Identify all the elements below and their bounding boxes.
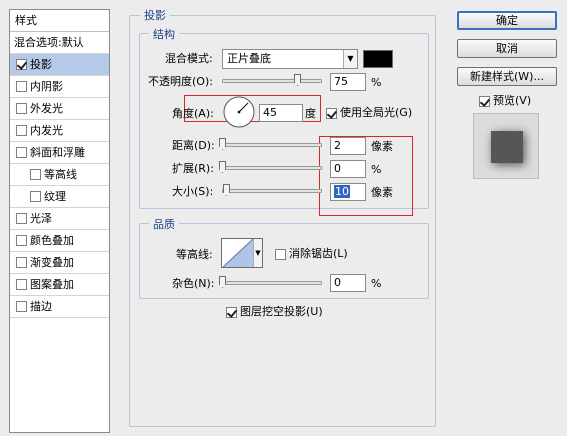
quality-title: 品质 xyxy=(149,216,179,232)
styles-list: 样式 混合选项:默认投影内阴影外发光内发光斜面和浮雕等高线纹理光泽颜色叠加渐变叠… xyxy=(9,9,110,433)
preview-label: 预览(V) xyxy=(493,94,532,107)
checkbox-icon[interactable] xyxy=(16,81,27,92)
spread-slider-track[interactable] xyxy=(222,166,322,170)
opacity-input[interactable]: 75 xyxy=(330,73,366,91)
global-light-checkbox[interactable]: 使用全局光(G) xyxy=(326,106,412,120)
style-item-label: 投影 xyxy=(30,57,52,71)
angle-dial[interactable] xyxy=(222,95,256,129)
checkbox-icon[interactable] xyxy=(16,103,27,114)
angle-label: 角度(A): xyxy=(172,107,214,120)
shadow-color-swatch[interactable] xyxy=(363,50,393,68)
checkbox-icon[interactable] xyxy=(16,213,27,224)
size-label: 大小(S): xyxy=(172,185,214,198)
style-item[interactable]: 混合选项:默认 xyxy=(10,32,109,54)
preview-thumbnail xyxy=(473,113,539,179)
style-item-label: 内阴影 xyxy=(30,79,63,93)
checkbox-icon xyxy=(479,95,490,107)
contour-preview-icon xyxy=(223,239,253,267)
styles-header: 样式 xyxy=(10,10,109,32)
global-light-label: 使用全局光(G) xyxy=(340,106,413,119)
contour-picker[interactable]: ▼ xyxy=(221,238,263,268)
distance-label: 距离(D): xyxy=(172,139,215,152)
style-item[interactable]: 投影 xyxy=(10,54,109,76)
spread-label: 扩展(R): xyxy=(172,162,214,175)
knockout-label: 图层挖空投影(U) xyxy=(240,305,323,318)
style-item[interactable]: 图案叠加 xyxy=(10,274,109,296)
checkbox-icon[interactable] xyxy=(30,169,41,180)
distance-slider-track[interactable] xyxy=(222,143,322,147)
opacity-slider-track[interactable] xyxy=(222,79,322,83)
noise-slider-track[interactable] xyxy=(222,281,322,285)
style-item-label: 斜面和浮雕 xyxy=(30,145,85,159)
checkbox-icon[interactable] xyxy=(16,301,27,312)
style-item-label: 颜色叠加 xyxy=(30,233,74,247)
style-item-label: 混合选项:默认 xyxy=(14,35,84,49)
noise-unit: % xyxy=(371,277,382,290)
checkbox-icon[interactable] xyxy=(16,279,27,290)
style-item[interactable]: 等高线 xyxy=(10,164,109,186)
style-item[interactable]: 纹理 xyxy=(10,186,109,208)
noise-input[interactable]: 0 xyxy=(330,274,366,292)
contour-label: 等高线: xyxy=(176,248,213,261)
structure-title: 结构 xyxy=(149,26,179,42)
checkbox-icon xyxy=(326,107,337,119)
style-item[interactable]: 颜色叠加 xyxy=(10,230,109,252)
distance-input[interactable]: 2 xyxy=(330,137,366,155)
preview-checkbox[interactable]: 预览(V) xyxy=(479,94,531,108)
checkbox-icon[interactable] xyxy=(16,59,27,70)
noise-label: 杂色(N): xyxy=(172,277,215,290)
drop-shadow-title: 投影 xyxy=(140,7,170,23)
size-input-value: 10 xyxy=(334,185,350,198)
blend-mode-select[interactable]: 正片叠底 ▼ xyxy=(222,49,358,69)
new-style-button[interactable]: 新建样式(W)... xyxy=(457,67,557,86)
style-item[interactable]: 斜面和浮雕 xyxy=(10,142,109,164)
checkbox-icon xyxy=(226,306,237,318)
checkbox-icon[interactable] xyxy=(16,257,27,268)
style-item-label: 内发光 xyxy=(30,123,63,137)
contour-dropdown-arrow-icon: ▼ xyxy=(253,239,262,267)
opacity-label: 不透明度(O): xyxy=(148,75,213,88)
angle-unit: 度 xyxy=(305,107,316,120)
style-item[interactable]: 渐变叠加 xyxy=(10,252,109,274)
opacity-unit: % xyxy=(371,76,382,89)
blend-mode-label: 混合模式: xyxy=(165,52,213,65)
checkbox-icon[interactable] xyxy=(16,235,27,246)
antialias-label: 消除锯齿(L) xyxy=(289,247,348,260)
style-item-label: 光泽 xyxy=(30,211,52,225)
style-item[interactable]: 内发光 xyxy=(10,120,109,142)
style-item-label: 纹理 xyxy=(44,189,66,203)
preview-swatch xyxy=(491,131,523,163)
style-item[interactable]: 描边 xyxy=(10,296,109,318)
antialias-checkbox[interactable]: 消除锯齿(L) xyxy=(275,247,348,261)
distance-unit: 像素 xyxy=(371,140,393,153)
style-item-label: 渐变叠加 xyxy=(30,255,74,269)
dropdown-arrow-icon: ▼ xyxy=(343,50,357,68)
ok-button[interactable]: 确定 xyxy=(457,11,557,30)
style-item[interactable]: 光泽 xyxy=(10,208,109,230)
checkbox-icon xyxy=(275,248,286,260)
spread-input[interactable]: 0 xyxy=(330,160,366,178)
style-item[interactable]: 内阴影 xyxy=(10,76,109,98)
cancel-button[interactable]: 取消 xyxy=(457,39,557,58)
style-item-label: 外发光 xyxy=(30,101,63,115)
size-unit: 像素 xyxy=(371,186,393,199)
checkbox-icon[interactable] xyxy=(16,147,27,158)
blend-mode-value: 正片叠底 xyxy=(227,52,271,65)
style-item-label: 图案叠加 xyxy=(30,277,74,291)
angle-input[interactable]: 45 xyxy=(259,104,303,122)
checkbox-icon[interactable] xyxy=(16,125,27,136)
checkbox-icon[interactable] xyxy=(30,191,41,202)
spread-unit: % xyxy=(371,163,382,176)
knockout-checkbox[interactable]: 图层挖空投影(U) xyxy=(226,305,323,319)
style-item-label: 等高线 xyxy=(44,167,77,181)
size-input[interactable]: 10 xyxy=(330,183,366,201)
style-item[interactable]: 外发光 xyxy=(10,98,109,120)
style-item-label: 描边 xyxy=(30,299,52,313)
size-slider-track[interactable] xyxy=(222,189,322,193)
